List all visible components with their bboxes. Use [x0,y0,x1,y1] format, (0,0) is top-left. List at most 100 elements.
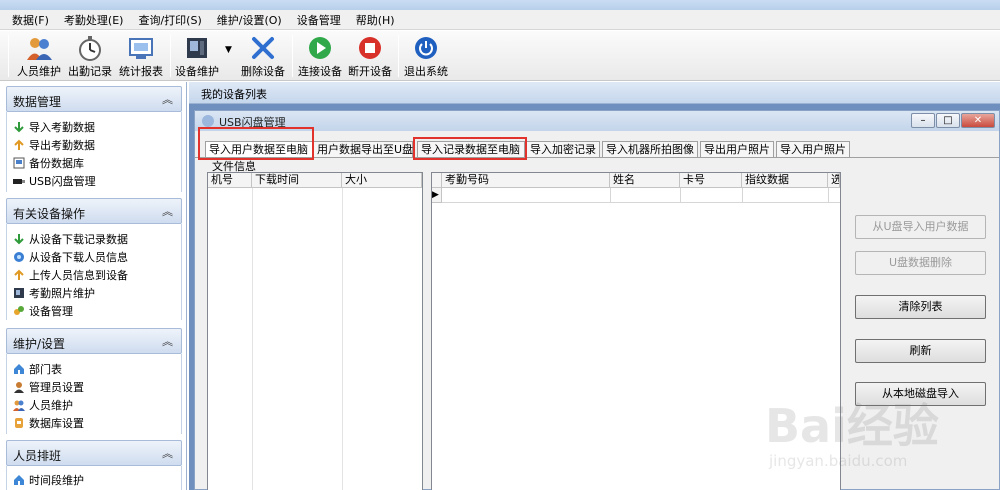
sidebar-item-upload-staff[interactable]: 上传人员信息到设备 [13,267,128,283]
window-app-icon [201,114,215,131]
backup-icon [13,157,25,169]
tab-import-user-data[interactable]: 导入用户数据至电脑 [205,141,313,157]
arrow-down-icon [13,233,25,245]
usb-icon [13,175,25,187]
delete-device-button[interactable]: 删除设备 [238,33,288,79]
section-device-ops-body: 从设备下载记录数据 从设备下载人员信息 上传人员信息到设备 考勤照片维护 设备管… [6,224,182,320]
maximize-button[interactable]: □ [936,113,960,128]
section-data-mgmt-header[interactable]: 数据管理 ︽ [6,86,182,112]
column-header-card-no[interactable]: 卡号 [680,173,742,188]
grid-line [680,188,681,203]
sidebar-item-time-period[interactable]: 时间段维护 [13,472,84,488]
chevron-down-icon[interactable]: ▼ [225,45,232,55]
exit-button[interactable]: 退出系统 [402,33,450,79]
sidebar-item-download-staff[interactable]: 从设备下载人员信息 [13,249,128,265]
refresh-button[interactable]: 刷新 [855,339,986,363]
device-icon [184,35,210,61]
section-schedule-body: 时间段维护 [6,466,182,490]
device-list-title: 我的设备列表 [201,88,267,101]
section-device-ops-header[interactable]: 有关设备操作 ︽ [6,198,182,224]
column-header-machine-no[interactable]: 机号 [208,173,252,188]
app-title-bar [0,0,1000,10]
tab-export-user-data[interactable]: 用户数据导出至U盘 [313,141,413,157]
sidebar-item-device-mgmt[interactable]: 设备管理 [13,303,73,319]
house-icon [13,474,25,486]
menu-help[interactable]: 帮助(H) [356,12,395,28]
file-list-grid[interactable]: 机号 下载时间 大小 [207,172,423,490]
toolbar-separator [170,35,171,77]
tab-import-images[interactable]: 导入机器所拍图像 [602,141,698,157]
sidebar-item-export-attendance[interactable]: 导出考勤数据 [13,137,95,153]
column-header-fingerprint[interactable]: 指纹数据 [742,173,828,188]
row-header-corner [432,173,442,188]
report-button[interactable]: 统计报表 [116,33,166,79]
device-icon [13,287,25,299]
column-header-size[interactable]: 大小 [342,173,422,188]
grid-line [742,188,743,203]
watermark-brand: Bai经验 [765,399,939,453]
collapse-icon[interactable]: ︽ [162,91,173,107]
collapse-icon[interactable]: ︽ [162,445,173,461]
attendance-button[interactable]: 出勤记录 [65,33,115,79]
menu-query-print[interactable]: 查询/打印(S) [138,12,201,28]
sidebar-item-photo-maint[interactable]: 考勤照片维护 [13,285,95,301]
grid-line [252,188,253,490]
clear-list-button[interactable]: 清除列表 [855,295,986,319]
delete-device-label: 删除设备 [241,65,285,78]
section-schedule-header[interactable]: 人员排班 ︽ [6,440,182,466]
sidebar-item-admin-settings[interactable]: 管理员设置 [13,379,84,395]
menu-maintenance[interactable]: 维护/设置(O) [217,12,282,28]
section-settings-body: 部门表 管理员设置 人员维护 数据库设置 [6,354,182,434]
toolbar-separator [292,35,293,77]
table-row[interactable] [442,188,840,203]
tab-import-records[interactable]: 导入记录数据至电脑 [417,141,525,157]
window-title-bar[interactable]: USB闪盘管理 – □ ✕ [195,111,999,131]
collapse-icon[interactable]: ︽ [162,333,173,349]
globe-icon [13,251,25,263]
menu-data[interactable]: 数据(F) [12,12,49,28]
admin-icon [13,381,25,393]
column-header-select[interactable]: 选 [828,173,840,188]
report-icon [128,35,154,61]
column-header-download-time[interactable]: 下载时间 [252,173,342,188]
close-button[interactable]: ✕ [961,113,995,128]
sidebar-item-backup-db[interactable]: 备份数据库 [13,155,84,171]
connect-button[interactable]: 连接设备 [296,33,344,79]
section-data-mgmt-body: 导入考勤数据 导出考勤数据 备份数据库 USB闪盘管理 [6,112,182,192]
play-icon [307,35,333,61]
tab-import-encrypted[interactable]: 导入加密记录 [526,141,600,157]
connect-label: 连接设备 [298,65,342,78]
menu-bar: 数据(F) 考勤处理(E) 查询/打印(S) 维护/设置(O) 设备管理 帮助(… [0,10,1000,30]
tab-import-photos[interactable]: 导入用户照片 [776,141,850,157]
delete-x-icon [250,35,276,61]
staff-button[interactable]: 人员维护 [14,33,64,79]
menu-attendance[interactable]: 考勤处理(E) [64,12,124,28]
watermark-url: jingyan.baidu.com [769,452,908,470]
sidebar-item-db-settings[interactable]: 数据库设置 [13,415,84,431]
toolbar-separator [8,35,9,77]
sidebar-item-download-records[interactable]: 从设备下载记录数据 [13,231,128,247]
minimize-button[interactable]: – [911,113,935,128]
collapse-icon[interactable]: ︽ [162,203,173,219]
grid-line [610,188,611,203]
sidebar-item-staff[interactable]: 人员维护 [13,397,73,413]
current-row-pointer-icon: ▶ [432,188,442,203]
exit-label: 退出系统 [404,65,448,78]
sidebar-item-departments[interactable]: 部门表 [13,361,62,377]
column-header-attendance-no[interactable]: 考勤号码 [442,173,610,188]
toolbar-separator [398,35,399,77]
sidebar-item-usb-mgmt[interactable]: USB闪盘管理 [13,173,96,189]
disconnect-button[interactable]: 断开设备 [346,33,394,79]
gear-icon [13,305,25,317]
column-header-name[interactable]: 姓名 [610,173,680,188]
people-icon [13,399,25,411]
arrow-down-icon [13,121,25,133]
device-maint-button[interactable]: 设备维护 [174,33,220,79]
section-settings-header[interactable]: 维护/设置 ︽ [6,328,182,354]
menu-device[interactable]: 设备管理 [297,12,341,28]
tab-export-photos[interactable]: 导出用户照片 [700,141,774,157]
import-from-u-button[interactable]: 从U盘导入用户数据 [855,215,986,239]
arrow-up-icon [13,139,25,151]
delete-u-data-button[interactable]: U盘数据删除 [855,251,986,275]
sidebar-item-import-attendance[interactable]: 导入考勤数据 [13,119,95,135]
